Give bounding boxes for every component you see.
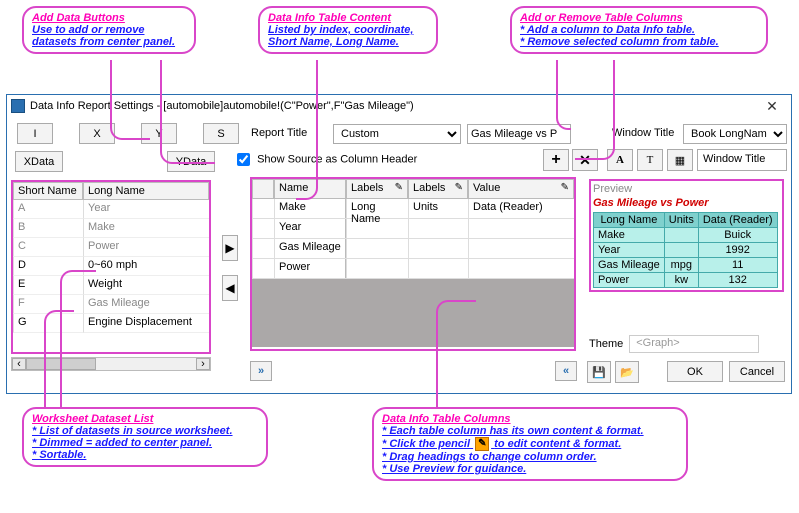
dataset-row: FGas Mileage bbox=[13, 295, 209, 314]
preview-table: Long NameUnitsData (Reader) MakeBuick Ye… bbox=[593, 212, 778, 288]
col-index[interactable] bbox=[252, 179, 274, 199]
move-left-button[interactable]: ◀ bbox=[222, 275, 238, 301]
table-row[interactable]: MakeLong NameUnitsData (Reader) bbox=[252, 199, 574, 219]
cancel-button[interactable]: Cancel bbox=[729, 361, 785, 382]
pencil-icon[interactable]: ✎ bbox=[395, 182, 403, 193]
i-button[interactable]: I bbox=[17, 123, 53, 144]
callout-title: Data Info Table Content bbox=[268, 12, 428, 24]
dataset-row: EWeight bbox=[13, 276, 209, 295]
expand-right-button[interactable]: » bbox=[250, 361, 272, 381]
callout-addremove-cols: Add or Remove Table Columns * Add a colu… bbox=[510, 6, 768, 54]
callout-line: datasets from center panel. bbox=[32, 36, 186, 48]
callout-title: Add Data Buttons bbox=[32, 12, 186, 24]
callout-line: * Remove selected column from table. bbox=[520, 36, 758, 48]
dataset-header-shortname[interactable]: Short Name bbox=[13, 182, 83, 200]
preview-panel: Preview Gas Mileage vs Power Long NameUn… bbox=[589, 179, 784, 292]
callout-title: Data Info Table Columns bbox=[382, 413, 678, 425]
col-labels-2[interactable]: Labels✎ bbox=[408, 179, 468, 199]
preview-chart-title: Gas Mileage vs Power bbox=[593, 195, 780, 212]
scroll-right-icon[interactable]: › bbox=[196, 358, 210, 370]
window-title-box[interactable]: Window Title bbox=[697, 149, 787, 171]
theme-label: Theme bbox=[589, 338, 623, 350]
callout-wks-list: Worksheet Dataset List * List of dataset… bbox=[22, 407, 268, 467]
callout-line: Listed by index, coordinate, bbox=[268, 24, 428, 36]
callout-line: * Use Preview for guidance. bbox=[382, 463, 678, 475]
callout-line: * Each table column has its own content … bbox=[382, 425, 678, 437]
callout-line: * Drag headings to change column order. bbox=[382, 451, 678, 463]
window-title-mode-select[interactable]: Book LongName Only bbox=[683, 124, 787, 144]
ok-button[interactable]: OK bbox=[667, 361, 723, 382]
col-labels-1[interactable]: Labels✎ bbox=[346, 179, 408, 199]
table-row[interactable]: Gas Mileage bbox=[252, 239, 574, 259]
callout-title: Worksheet Dataset List bbox=[32, 413, 258, 425]
callout-line: * List of datasets in source worksheet. bbox=[32, 425, 258, 437]
close-button[interactable]: ✕ bbox=[757, 98, 787, 115]
dataset-row: AYear bbox=[13, 200, 209, 219]
callout-line: Use to add or remove bbox=[32, 24, 186, 36]
callout-table-content: Data Info Table Content Listed by index,… bbox=[258, 6, 438, 54]
dataset-header-longname[interactable]: Long Name bbox=[83, 182, 209, 200]
move-right-button[interactable]: ▶ bbox=[222, 235, 238, 261]
report-title-input[interactable] bbox=[467, 124, 571, 144]
table-row[interactable]: Year bbox=[252, 219, 574, 239]
grid-style-button[interactable]: ▦ bbox=[667, 149, 693, 171]
save-button[interactable]: 💾 bbox=[587, 361, 611, 383]
dataset-row: CPower bbox=[13, 238, 209, 257]
data-info-table[interactable]: Name Labels✎ Labels✎ Value✎ MakeLong Nam… bbox=[250, 177, 576, 351]
table-row[interactable]: Power bbox=[252, 259, 574, 279]
collapse-left-button[interactable]: « bbox=[555, 361, 577, 381]
callout-line: * Dimmed = added to center panel. bbox=[32, 437, 258, 449]
dataset-row: BMake bbox=[13, 219, 209, 238]
preview-label: Preview bbox=[593, 183, 780, 195]
callout-line: * Add a column to Data Info table. bbox=[520, 24, 758, 36]
dataset-rows: AYear BMake CPower D0~60 mph EWeight FGa… bbox=[13, 200, 209, 333]
callout-line: Short Name, Long Name. bbox=[268, 36, 428, 48]
pencil-icon[interactable]: ✎ bbox=[561, 182, 569, 193]
show-source-checkbox-label[interactable]: Show Source as Column Header bbox=[237, 153, 417, 166]
horizontal-scrollbar[interactable]: ‹ › bbox=[11, 357, 211, 371]
dataset-row: D0~60 mph bbox=[13, 257, 209, 276]
callout-line: * Click the pencil to edit content & for… bbox=[382, 437, 678, 451]
window-title-label: Window Title bbox=[612, 127, 674, 139]
add-column-button[interactable]: + bbox=[543, 149, 569, 171]
app-icon bbox=[11, 99, 25, 113]
dataset-row: GEngine Displacement bbox=[13, 314, 209, 333]
theme-value[interactable]: <Graph> bbox=[629, 335, 759, 353]
scroll-left-icon[interactable]: ‹ bbox=[12, 358, 26, 370]
callout-add-data: Add Data Buttons Use to add or remove da… bbox=[22, 6, 196, 54]
show-source-checkbox[interactable] bbox=[237, 153, 250, 166]
pencil-icon[interactable]: ✎ bbox=[455, 182, 463, 193]
report-title-mode-select[interactable]: Custom bbox=[333, 124, 461, 144]
col-value[interactable]: Value✎ bbox=[468, 179, 574, 199]
callout-line: * Sortable. bbox=[32, 449, 258, 461]
dataset-grid[interactable]: Short Name Long Name AYear BMake CPower … bbox=[11, 180, 211, 354]
font-style-t-button[interactable]: T bbox=[637, 149, 663, 171]
callout-table-cols: Data Info Table Columns * Each table col… bbox=[372, 407, 688, 481]
open-button[interactable]: 📂 bbox=[615, 361, 639, 383]
callout-title: Add or Remove Table Columns bbox=[520, 12, 758, 24]
xdata-button[interactable]: XData bbox=[15, 151, 63, 172]
